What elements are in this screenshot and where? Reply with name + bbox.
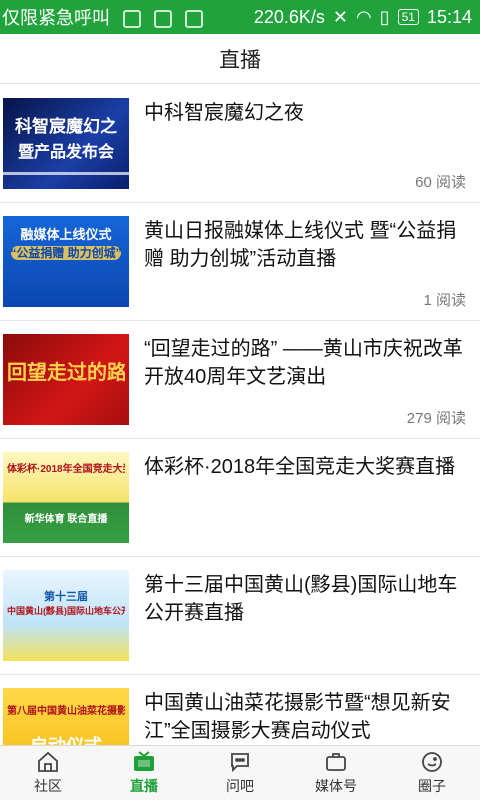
tab-media[interactable]: 媒体号 <box>288 746 384 800</box>
tab-label: 社区 <box>34 778 62 794</box>
thumbnail-text: 回望走过的路 <box>7 362 125 384</box>
item-title: 黄山日报融媒体上线仪式 暨“公益捐赠 助力创城”活动直播 <box>144 220 457 270</box>
tab-label: 问吧 <box>226 778 254 794</box>
home-icon <box>38 751 58 772</box>
list-item[interactable]: 回望走过的路 “回望走过的路” ——黄山市庆祝改革开放40周年文艺演出 279 … <box>0 321 480 439</box>
shield-notification-icon <box>185 10 204 29</box>
item-title: “回望走过的路” ——黄山市庆祝改革开放40周年文艺演出 <box>144 338 463 388</box>
tab-label: 直播 <box>130 778 158 794</box>
thumbnail-image: 回望走过的路 <box>3 334 129 425</box>
save-notification-icon <box>154 10 173 29</box>
carrier-label: 仅限紧急呼叫 <box>2 8 110 28</box>
tv-icon <box>134 751 154 771</box>
live-feed-list[interactable]: 科智宸魔幻之 暨产品发布会 中科智宸魔幻之夜 60 阅读 融媒体上线仪式 “公益… <box>0 85 480 745</box>
tab-live[interactable]: 直播 <box>96 746 192 800</box>
thumbnail-text: 体彩杯·2018年全国竞走大奖赛 <box>7 464 125 475</box>
tab-community[interactable]: 社区 <box>0 746 96 800</box>
item-title: 中国黄山油菜花摄影节暨“想见新安江”全国摄影大赛启动仪式 <box>144 692 451 742</box>
smiley-circle-icon <box>422 752 442 772</box>
list-item[interactable]: 第八届中国黄山油菜花摄影节 启动仪式 中国黄山油菜花摄影节暨“想见新安江”全国摄… <box>0 675 480 745</box>
briefcase-icon <box>326 753 346 771</box>
thumbnail-text: 暨产品发布会 <box>17 144 114 161</box>
thumbnail-image: 第八届中国黄山油菜花摄影节 启动仪式 <box>3 688 129 745</box>
read-count: 60 阅读 <box>415 174 466 191</box>
read-count: 1 阅读 <box>423 292 466 309</box>
carrier-text: 仅限紧急呼叫 <box>2 4 254 30</box>
status-bar: 仅限紧急呼叫 220.6K/s ✕ ◠ ▯ 51 15:14 <box>0 0 480 34</box>
thumbnail-text: 第十三届 <box>44 591 88 603</box>
battery-icon: 51 <box>397 9 419 25</box>
item-title: 体彩杯·2018年全国竞走大奖赛直播 <box>144 456 456 478</box>
item-title: 中科智宸魔幻之夜 <box>144 102 304 124</box>
thumbnail-image: 第十三届 中国黄山(黟县)国际山地车公开赛 <box>3 570 129 661</box>
list-item[interactable]: 科智宸魔幻之 暨产品发布会 中科智宸魔幻之夜 60 阅读 <box>0 85 480 203</box>
bottom-tab-bar: 社区 直播 问吧 媒体号 圈子 <box>0 745 480 800</box>
thumbnail-text: 第八届中国黄山油菜花摄影节 <box>7 706 125 717</box>
thumbnail-image: 体彩杯·2018年全国竞走大奖赛 新华体育 联合直播 <box>3 452 129 543</box>
list-item[interactable]: 第十三届 中国黄山(黟县)国际山地车公开赛 第十三届中国黄山(黟县)国际山地车公… <box>0 557 480 675</box>
chat-bubble-icon <box>231 753 249 773</box>
read-count: 279 阅读 <box>406 410 466 427</box>
thumbnail-text: 启动仪式 <box>7 732 125 745</box>
thumbnail-image: 科智宸魔幻之 暨产品发布会 <box>3 98 129 189</box>
status-right: 220.6K/s ✕ ◠ ▯ 51 15:14 <box>254 7 472 28</box>
image-notification-icon <box>123 10 142 29</box>
thumbnail-image: 融媒体上线仪式 “公益捐赠 助力创城” <box>3 216 129 307</box>
wifi-icon: ◠ <box>355 6 372 27</box>
sim-icon: ▯ <box>379 6 390 27</box>
list-item[interactable]: 体彩杯·2018年全国竞走大奖赛 新华体育 联合直播 体彩杯·2018年全国竞走… <box>0 439 480 557</box>
tab-ask[interactable]: 问吧 <box>192 746 288 800</box>
network-speed: 220.6K/s <box>253 6 325 27</box>
tab-circle[interactable]: 圈子 <box>384 746 480 800</box>
thumbnail-text: “公益捐赠 助力创城” <box>10 246 122 260</box>
tab-label: 圈子 <box>418 778 446 794</box>
thumbnail-text: 新华体育 联合直播 <box>24 514 108 525</box>
item-title: 第十三届中国黄山(黟县)国际山地车公开赛直播 <box>144 574 458 624</box>
thumbnail-text: 融媒体上线仪式 <box>20 227 112 242</box>
page-title: 直播 <box>0 34 480 84</box>
list-item[interactable]: 融媒体上线仪式 “公益捐赠 助力创城” 黄山日报融媒体上线仪式 暨“公益捐赠 助… <box>0 203 480 321</box>
clock: 15:14 <box>426 6 472 27</box>
mute-icon: ✕ <box>332 6 348 27</box>
tab-label: 媒体号 <box>315 778 357 794</box>
thumbnail-text: 中国黄山(黟县)国际山地车公开赛 <box>7 606 125 616</box>
thumbnail-text: 科智宸魔幻之 <box>15 117 117 136</box>
